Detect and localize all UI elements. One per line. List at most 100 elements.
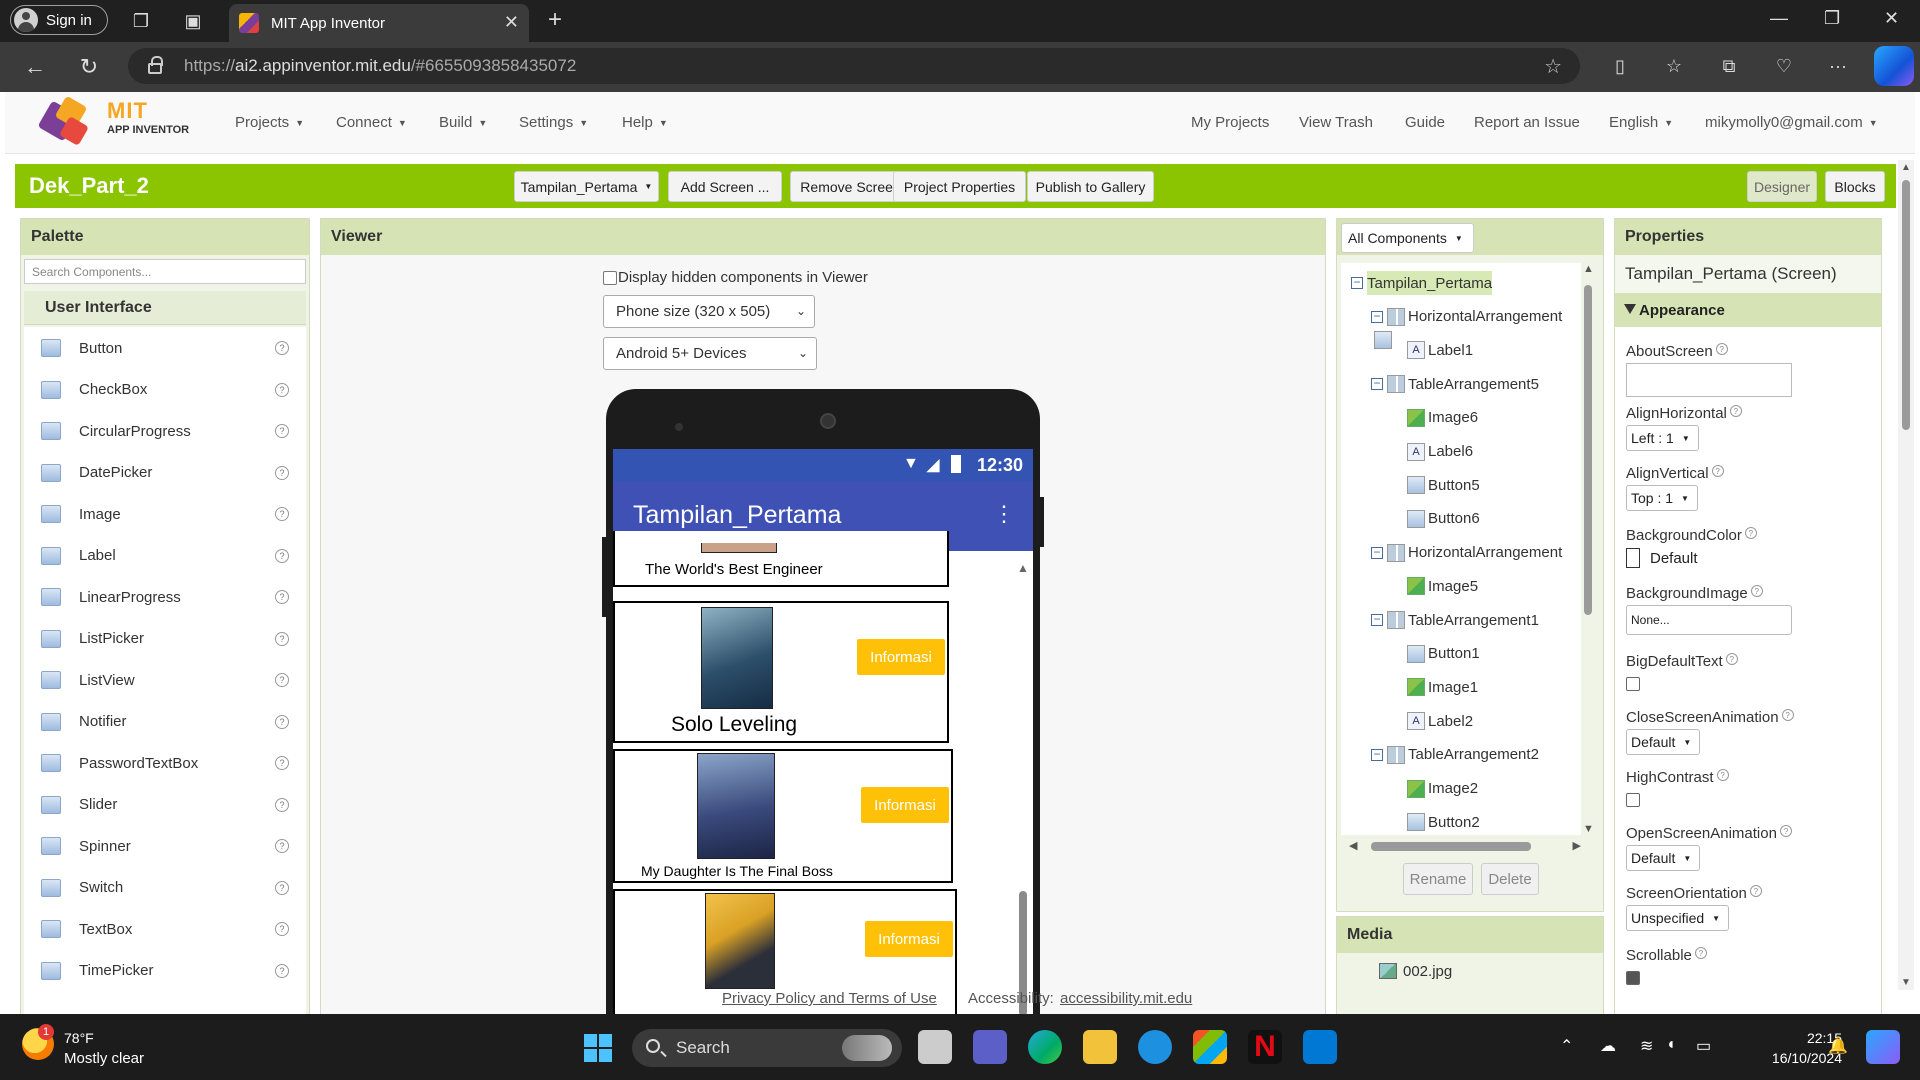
teams-icon[interactable] (973, 1030, 1007, 1064)
palette-item-image[interactable]: Image? (24, 497, 306, 531)
back-icon[interactable]: ← (22, 54, 48, 80)
media-file-item[interactable]: 002.jpg (1403, 963, 1452, 980)
help-icon[interactable]: ? (275, 756, 289, 770)
get-help-icon[interactable] (1138, 1030, 1172, 1064)
palette-item-switch[interactable]: Switch? (24, 871, 306, 905)
nav-account[interactable]: mikymolly0@gmail.com ▼ (1705, 114, 1878, 131)
window-close-icon[interactable]: ✕ (1884, 8, 1899, 29)
nav-projects[interactable]: Projects ▼ (235, 114, 304, 131)
overflow-menu-icon[interactable]: ⋮ (993, 501, 1015, 527)
help-icon[interactable]: ? (275, 424, 289, 438)
microsoft-store-icon[interactable] (1193, 1030, 1227, 1064)
help-icon[interactable]: ? (275, 673, 289, 687)
help-icon[interactable]: ? (275, 507, 289, 521)
tree-node-button1[interactable]: Button1 (1407, 642, 1480, 666)
collapse-toggle-icon[interactable]: − (1371, 310, 1383, 323)
card-title-label[interactable]: The World's Best Engineer (645, 561, 823, 578)
help-icon[interactable]: ? (1711, 465, 1724, 477)
manhwa-cover-image[interactable] (697, 753, 775, 859)
scrollbar-thumb[interactable] (1902, 180, 1910, 430)
scroll-left-icon[interactable]: ◀ (1349, 839, 1357, 852)
tree-horizontal-scrollbar[interactable]: ◀ ▶ (1347, 839, 1587, 853)
palette-item-checkbox[interactable]: CheckBox? (24, 373, 306, 407)
netflix-icon[interactable]: N (1248, 1030, 1282, 1064)
tree-node-tablearrangement1[interactable]: − TableArrangement1 (1371, 608, 1539, 632)
palette-item-listview[interactable]: ListView? (24, 663, 306, 697)
browser-essentials-icon[interactable]: ♡ (1772, 54, 1796, 78)
help-icon[interactable]: ? (1725, 653, 1738, 665)
collapse-toggle-icon[interactable]: − (1351, 276, 1363, 289)
table-arrangement-card[interactable]: Informasi Solo Leveling (613, 601, 949, 743)
help-icon[interactable]: ? (1779, 825, 1792, 837)
help-icon[interactable]: ? (275, 382, 289, 397)
phone-size-select[interactable]: Phone size (320 x 505) ⌄ (603, 295, 815, 328)
maximize-icon[interactable]: ❐ (1824, 8, 1840, 29)
close-animation-select[interactable]: Default ▼ (1626, 729, 1701, 755)
help-icon[interactable]: ? (275, 341, 289, 355)
tree-node-horizontalarrangement[interactable]: − HorizontalArrangement (1371, 305, 1562, 329)
tab-mit-app-inventor[interactable]: MIT App Inventor ✕ (229, 4, 529, 42)
help-icon[interactable]: ? (1781, 709, 1794, 721)
screen-scrollbar[interactable]: ▲ (1017, 561, 1029, 1017)
palette-item-textbox[interactable]: TextBox? (24, 912, 306, 946)
align-vertical-select[interactable]: Top : 1 ▼ (1626, 485, 1698, 511)
table-arrangement-card[interactable]: Informasi My Daughter Is The Final Boss (613, 749, 953, 883)
help-icon[interactable]: ? (1744, 527, 1757, 539)
tree-node-image5[interactable]: Image5 (1407, 574, 1478, 598)
palette-item-notifier[interactable]: Notifier? (24, 705, 306, 739)
tree-node-image1[interactable]: Image1 (1407, 675, 1478, 699)
rename-button[interactable]: Rename (1403, 863, 1473, 895)
nav-settings[interactable]: Settings ▼ (519, 114, 588, 131)
notifications-icon[interactable]: 🔔 (1828, 1036, 1848, 1056)
help-icon[interactable]: ? (275, 922, 289, 936)
tree-vertical-scrollbar[interactable]: ▲ ▼ (1581, 263, 1595, 835)
nav-help[interactable]: Help ▼ (622, 114, 668, 131)
tree-node-image6[interactable]: Image6 (1407, 406, 1478, 430)
nav-report-issue[interactable]: Report an Issue (1474, 114, 1580, 131)
mit-logo-icon[interactable] (37, 95, 93, 147)
vscode-icon[interactable] (1303, 1030, 1337, 1064)
battery-icon[interactable]: ▭ (1696, 1036, 1711, 1056)
help-icon[interactable]: ? (275, 590, 289, 604)
edge-icon[interactable] (1028, 1030, 1062, 1064)
weather-condition[interactable]: Mostly clear (64, 1050, 144, 1067)
split-screen-icon[interactable]: ▯ (1608, 54, 1632, 78)
component-search-input[interactable]: Search Components... (24, 259, 306, 284)
palette-item-listpicker[interactable]: ListPicker? (24, 622, 306, 656)
tree-node-button6[interactable]: Button6 (1407, 507, 1480, 531)
scroll-down-icon[interactable]: ▼ (1583, 823, 1594, 835)
align-horizontal-select[interactable]: Left : 1 ▼ (1626, 425, 1699, 451)
tree-node-label1[interactable]: A Label1 (1407, 338, 1473, 362)
url-field[interactable]: https://ai2.appinventor.mit.edu/#6655093… (128, 48, 1580, 84)
tree-node-tablearrangement5[interactable]: − TableArrangement5 (1371, 372, 1539, 396)
informasi-button[interactable]: Informasi (865, 921, 953, 957)
scroll-up-icon[interactable]: ▲ (1017, 561, 1029, 575)
help-icon[interactable]: ? (1749, 885, 1762, 897)
project-properties-button[interactable]: Project Properties (893, 171, 1026, 202)
scroll-up-icon[interactable]: ▲ (1583, 263, 1594, 275)
nav-language[interactable]: English ▼ (1609, 114, 1673, 131)
palette-item-linearprogress[interactable]: LinearProgress? (24, 580, 306, 614)
collapse-toggle-icon[interactable]: − (1371, 748, 1383, 761)
informasi-button[interactable]: Informasi (857, 639, 945, 675)
nav-guide[interactable]: Guide (1405, 114, 1445, 131)
tree-node-button2[interactable]: Button2 (1407, 810, 1480, 834)
scroll-up-icon[interactable]: ▲ (1901, 162, 1911, 173)
palette-category-user-interface[interactable]: User Interface (24, 291, 306, 325)
manhwa-cover-image[interactable] (705, 893, 775, 989)
minimize-icon[interactable]: — (1770, 8, 1788, 29)
tree-node-tablearrangement2[interactable]: − TableArrangement2 (1371, 743, 1539, 767)
tree-node-label6[interactable]: A Label6 (1407, 440, 1473, 464)
screen-select[interactable]: Tampilan_Pertama ▼ (514, 171, 659, 202)
help-icon[interactable]: ? (275, 465, 289, 480)
workspaces-icon[interactable]: ❐ (130, 10, 152, 32)
favorite-star-icon[interactable]: ☆ (1544, 54, 1562, 79)
screen-orientation-select[interactable]: Unspecified ▼ (1626, 905, 1730, 931)
about-screen-textarea[interactable] (1626, 363, 1792, 397)
scroll-right-icon[interactable]: ▶ (1573, 839, 1581, 852)
designer-button[interactable]: Designer (1747, 171, 1817, 202)
card-title-label[interactable]: My Daughter Is The Final Boss (641, 863, 833, 879)
help-icon[interactable]: ? (1715, 343, 1728, 355)
nav-view-trash[interactable]: View Trash (1299, 114, 1373, 131)
taskbar-search-box[interactable]: Search (632, 1029, 902, 1067)
